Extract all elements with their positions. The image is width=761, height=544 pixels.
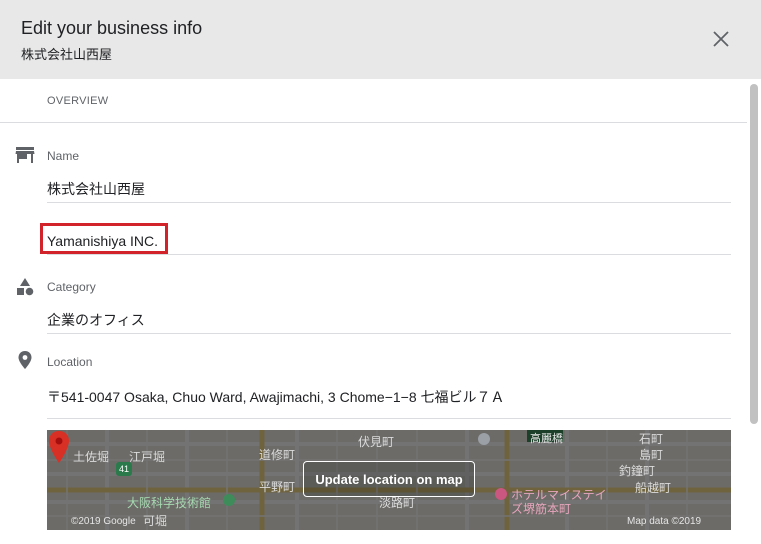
scrollbar-thumb[interactable] <box>750 84 758 424</box>
map-label-doshumachi: 道修町 <box>259 448 296 462</box>
store-icon <box>15 147 35 163</box>
location-pin-icon <box>18 351 32 369</box>
map-label-edobori: 江戸堀 <box>129 450 166 464</box>
close-icon <box>713 31 729 47</box>
map-label-tosabori: 土佐堀 <box>73 450 110 464</box>
dialog-title: Edit your business info <box>21 18 203 38</box>
name-label: Name <box>47 149 80 163</box>
map-label-funakoshicho: 船越町 <box>635 481 672 495</box>
overview-section-label: OVERVIEW <box>47 95 109 107</box>
name-alt-input[interactable] <box>47 228 731 255</box>
route-badge: 41 <box>116 462 132 476</box>
update-location-button[interactable]: Update location on map <box>303 461 475 497</box>
dialog-subtitle: 株式会社山西屋 <box>21 47 113 62</box>
location-divider <box>47 418 731 419</box>
museum-icon <box>223 494 235 506</box>
map-label-ishimachi: 石町 <box>639 432 664 446</box>
map-data-credit[interactable]: Map data ©2019 <box>627 516 701 527</box>
map-pin-icon[interactable] <box>47 430 71 464</box>
transit-icon <box>478 433 490 445</box>
close-button[interactable] <box>706 24 736 54</box>
map-label-shimamachi: 島町 <box>639 448 664 462</box>
map-label-tsuriganecho: 釣鐘町 <box>619 464 656 478</box>
location-label: Location <box>47 355 93 369</box>
map-label-koraibashi: 高麗橋 <box>530 433 563 445</box>
map-label-kitabori: 可堀 <box>143 514 168 528</box>
map-label-hiranomachi: 平野町 <box>259 480 296 494</box>
map-copyright: ©2019 Google <box>71 516 136 527</box>
hotel-icon <box>495 488 507 500</box>
dialog-header: Edit your business info 株式会社山西屋 <box>0 0 761 79</box>
location-address[interactable]: 〒541-0047 Osaka, Chuo Ward, Awajimachi, … <box>47 387 505 407</box>
section-divider <box>0 122 747 123</box>
name-input[interactable] <box>47 176 731 203</box>
map-preview[interactable]: 土佐堀 江戸堀 41 道修町 伏見町 高麗橋 石町 島町 釣鐘町 船越町 平野町… <box>47 430 731 530</box>
category-shapes-icon <box>17 278 34 296</box>
map-label-fushimimachi: 伏見町 <box>358 435 395 449</box>
category-input[interactable] <box>47 307 731 334</box>
map-label-museum: 大阪科学技術館 <box>127 496 212 510</box>
category-label: Category <box>47 280 96 294</box>
map-label-hotel-line2: ズ堺筋本町 <box>511 502 572 516</box>
